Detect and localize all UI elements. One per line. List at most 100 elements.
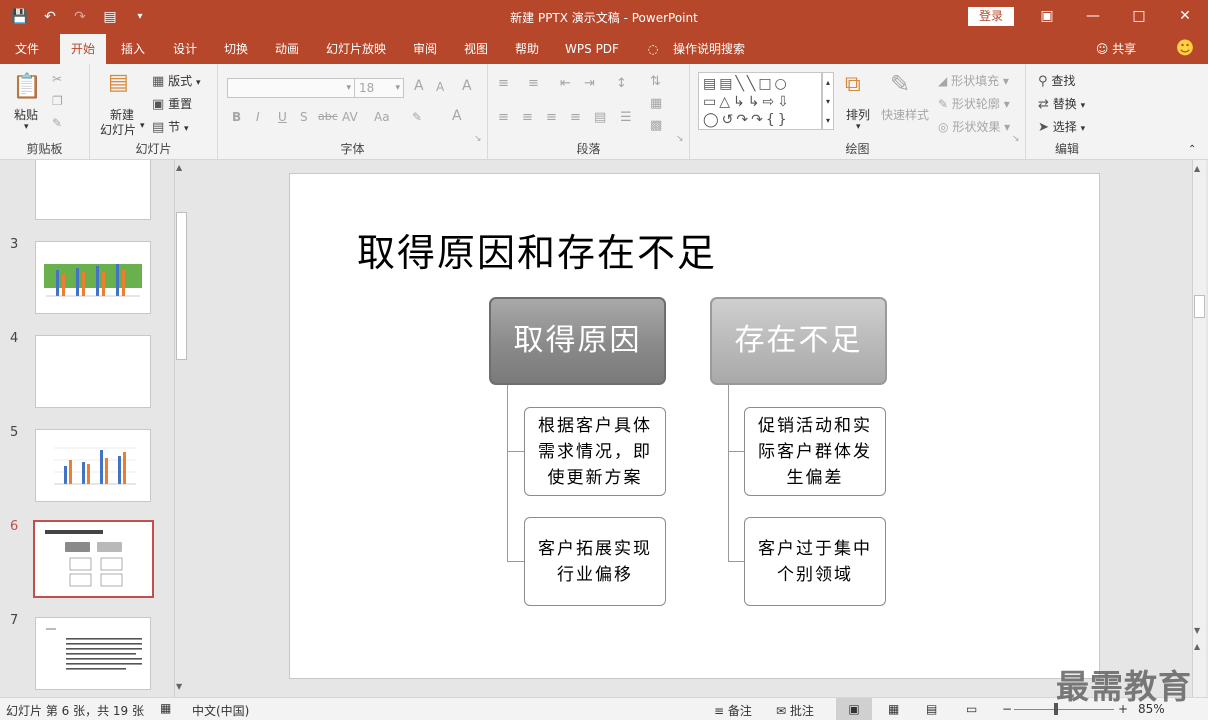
slide-scrollbar[interactable]: ▲ ▼ ▲	[1192, 160, 1206, 697]
slide-thumbnail-2[interactable]	[35, 160, 151, 220]
save-icon[interactable]: 💾	[10, 7, 30, 27]
zoom-out-icon[interactable]: −	[1002, 702, 1012, 716]
slide-thumbnail-7[interactable]	[35, 617, 151, 690]
login-button[interactable]: 登录	[968, 7, 1014, 26]
arrange-button[interactable]: 排列	[846, 106, 870, 123]
increase-indent-icon[interactable]: ⇥	[584, 76, 595, 91]
tab-transitions[interactable]: 切换	[215, 34, 257, 64]
highlight-icon[interactable]: ✎	[412, 110, 422, 124]
close-icon[interactable]: ✕	[1162, 0, 1208, 34]
char-spacing-button[interactable]: AV	[342, 110, 358, 124]
slide-title[interactable]: 取得原因和存在不足	[357, 222, 717, 277]
drawing-dialog-launcher-icon[interactable]: ↘	[1012, 134, 1020, 144]
slideshow-view-icon[interactable]: ▭	[966, 702, 977, 716]
tab-help[interactable]: 帮助	[506, 34, 548, 64]
quick-styles-icon[interactable]: ✎	[890, 70, 910, 98]
section-button[interactable]: ▤ 节 ▾	[152, 118, 189, 135]
arrange-icon[interactable]: ⧉	[845, 72, 861, 97]
smiley-icon[interactable]: ☻	[1170, 34, 1200, 64]
customize-qat-icon[interactable]: ▾	[130, 7, 150, 27]
underline-button[interactable]: U	[278, 110, 287, 124]
strikethrough-button[interactable]: abc	[318, 110, 338, 123]
numbering-icon[interactable]: ≡	[528, 76, 539, 91]
zoom-slider[interactable]	[1014, 709, 1114, 710]
paste-dropdown-icon[interactable]: ▾	[24, 122, 29, 132]
redo-icon[interactable]: ↷	[70, 7, 90, 27]
shortcoming-item-1[interactable]: 促销活动和实际客户群体发生偏差	[744, 407, 886, 496]
notes-button[interactable]: ≡ 备注	[714, 702, 752, 719]
clear-format-button[interactable]: A	[462, 78, 472, 94]
decrease-indent-icon[interactable]: ⇤	[560, 76, 571, 91]
tab-review[interactable]: 审阅	[404, 34, 446, 64]
paste-icon[interactable]: 📋	[12, 72, 42, 100]
minimize-icon[interactable]: —	[1070, 0, 1116, 34]
font-color-icon[interactable]: A	[452, 108, 462, 124]
copy-icon[interactable]: ❐	[52, 94, 63, 108]
reset-button[interactable]: ▣ 重置	[152, 95, 192, 112]
share-button[interactable]: ☺ 共享	[1090, 34, 1142, 64]
shapes-gallery[interactable]: ▤▤╲╲□○ ▭△↳↳⇨⇩ ◯↺↷↷{}	[698, 72, 822, 130]
header-box-shortcomings[interactable]: 存在不足	[710, 297, 887, 385]
text-direction-icon[interactable]: ⇅	[650, 74, 661, 89]
language-status[interactable]: 中文(中国)	[192, 702, 249, 719]
align-left-icon[interactable]: ≡	[498, 110, 509, 125]
align-text-icon[interactable]: ▦	[650, 96, 662, 111]
slide-sorter-icon[interactable]: ▦	[888, 702, 899, 716]
align-center-icon[interactable]: ≡	[522, 110, 533, 125]
header-box-reasons[interactable]: 取得原因	[489, 297, 666, 385]
shape-fill-button[interactable]: ◢ 形状填充 ▾	[938, 72, 1009, 89]
collapse-ribbon-icon[interactable]: ⌃	[1188, 144, 1196, 155]
spell-check-icon[interactable]: ▦	[160, 701, 171, 715]
grow-font-button[interactable]: A	[414, 78, 424, 94]
reading-view-icon[interactable]: ▤	[926, 702, 937, 716]
arrange-dropdown-icon[interactable]: ▾	[856, 122, 861, 132]
bullets-icon[interactable]: ≡	[498, 76, 509, 91]
change-case-button[interactable]: Aa	[374, 110, 390, 124]
tab-home[interactable]: 开始	[60, 34, 106, 65]
format-painter-icon[interactable]: ✎	[52, 116, 62, 130]
bold-button[interactable]: B	[232, 110, 241, 124]
slide-scroll-thumb[interactable]	[1194, 295, 1205, 318]
slide-thumbnail-3[interactable]	[35, 241, 151, 314]
tab-animations[interactable]: 动画	[266, 34, 308, 64]
columns-icon[interactable]: ☰	[620, 110, 632, 125]
shape-outline-button[interactable]: ✎ 形状轮廓 ▾	[938, 95, 1010, 112]
thumbnail-scroll-thumb[interactable]	[176, 212, 187, 360]
layout-button[interactable]: ▦ 版式 ▾	[152, 72, 201, 89]
shortcoming-item-2[interactable]: 客户过于集中个别领域	[744, 517, 886, 606]
reason-item-2[interactable]: 客户拓展实现行业偏移	[524, 517, 666, 606]
slide-thumbnail-5[interactable]	[35, 429, 151, 502]
line-spacing-icon[interactable]: ↕	[616, 76, 627, 91]
tab-slideshow[interactable]: 幻灯片放映	[318, 34, 394, 64]
maximize-icon[interactable]: □	[1116, 0, 1162, 34]
paste-button[interactable]: 粘贴	[14, 106, 38, 123]
quick-styles-button[interactable]: 快速样式	[881, 106, 929, 123]
shapes-scroll-icon[interactable]: ▴ ▾ ▾	[822, 72, 834, 130]
previous-slide-icon[interactable]: ▲	[1194, 642, 1200, 651]
italic-button[interactable]: I	[256, 110, 260, 124]
undo-icon[interactable]: ↶	[40, 7, 60, 27]
scroll-up-icon[interactable]: ▲	[1194, 164, 1200, 173]
shape-effects-button[interactable]: ◎ 形状效果 ▾	[938, 118, 1010, 135]
justify-icon[interactable]: ≡	[570, 110, 581, 125]
select-button[interactable]: ➤ 选择 ▾	[1038, 118, 1085, 135]
tab-file[interactable]: 文件	[6, 34, 48, 64]
tab-design[interactable]: 设计	[164, 34, 206, 64]
scroll-down-icon[interactable]: ▼	[1194, 626, 1200, 635]
comments-button[interactable]: ✉ 批注	[776, 702, 814, 719]
slide-thumbnail-4[interactable]	[35, 335, 151, 408]
thumbnail-scrollbar[interactable]: ▲ ▼	[174, 160, 188, 697]
scroll-down-icon[interactable]: ▼	[176, 682, 182, 691]
tell-me-search[interactable]: 操作说明搜索	[664, 34, 754, 64]
slide-thumbnail-6[interactable]	[33, 520, 154, 598]
align-right-icon[interactable]: ≡	[546, 110, 557, 125]
new-slide-dropdown-icon[interactable]: ▾	[140, 121, 145, 131]
new-slide-icon[interactable]: ▤	[108, 70, 129, 95]
replace-button[interactable]: ⇄ 替换 ▾	[1038, 95, 1085, 112]
normal-view-icon[interactable]: ▣	[836, 698, 872, 720]
font-size-combo[interactable]: 18 ▾	[354, 78, 404, 98]
ribbon-display-icon[interactable]: ▣	[1024, 0, 1070, 34]
tab-insert[interactable]: 插入	[112, 34, 154, 64]
font-name-combo[interactable]: ▾	[227, 78, 355, 98]
cut-icon[interactable]: ✂	[52, 72, 62, 86]
